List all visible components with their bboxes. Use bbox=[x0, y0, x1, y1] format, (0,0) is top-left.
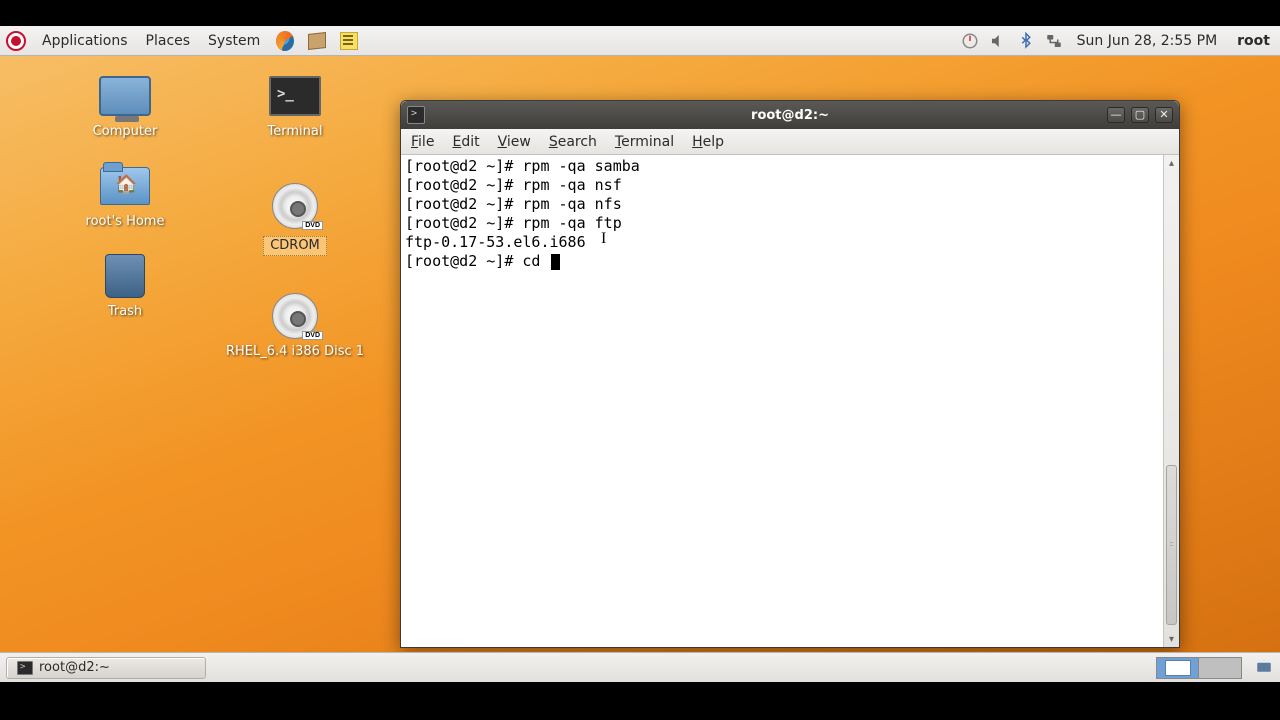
scroll-down-arrow-icon[interactable]: ▾ bbox=[1164, 631, 1179, 647]
desktop-icon-label: RHEL_6.4 i386 Disc 1 bbox=[210, 344, 380, 360]
desktop[interactable]: Applications Places System Sun Jun 28, 2… bbox=[0, 26, 1280, 682]
window-title: root@d2:~ bbox=[401, 108, 1179, 123]
workspace-2[interactable] bbox=[1199, 658, 1241, 678]
desktop-icon-terminal[interactable]: Terminal bbox=[210, 72, 380, 140]
menu-edit[interactable]: Edit bbox=[452, 134, 479, 150]
menu-file[interactable]: File bbox=[411, 134, 434, 150]
gnome-bottom-panel: root@d2:~ bbox=[0, 652, 1280, 682]
desktop-icon-trash[interactable]: Trash bbox=[40, 252, 210, 320]
window-icon bbox=[407, 106, 425, 124]
computer-icon bbox=[99, 76, 151, 116]
minimize-button[interactable]: — bbox=[1107, 107, 1125, 123]
firefox-launcher-icon[interactable] bbox=[276, 32, 294, 50]
terminal-scrollbar[interactable]: ▴ ▾ bbox=[1163, 155, 1179, 647]
scrollbar-thumb[interactable] bbox=[1166, 465, 1177, 625]
volume-icon[interactable] bbox=[989, 32, 1007, 50]
terminal-cursor bbox=[551, 254, 560, 270]
cpu-monitor-icon[interactable] bbox=[961, 32, 979, 50]
menu-help[interactable]: Help bbox=[692, 134, 724, 150]
desktop-icon-cdrom[interactable]: CDROM bbox=[210, 182, 380, 256]
screen: Applications Places System Sun Jun 28, 2… bbox=[0, 0, 1280, 720]
desktop-icon-install-disc[interactable]: RHEL_6.4 i386 Disc 1 bbox=[210, 292, 380, 360]
panel-left: Applications Places System bbox=[0, 31, 358, 51]
system-menu[interactable]: System bbox=[206, 33, 262, 49]
menu-view[interactable]: View bbox=[498, 134, 531, 150]
menu-terminal[interactable]: Terminal bbox=[615, 134, 674, 150]
menu-search[interactable]: Search bbox=[549, 134, 597, 150]
terminal-menubar: File Edit View Search Terminal Help bbox=[401, 129, 1179, 155]
places-menu[interactable]: Places bbox=[144, 33, 193, 49]
terminal-text-area[interactable]: [root@d2 ~]# rpm -qa samba [root@d2 ~]# … bbox=[401, 155, 1163, 647]
taskbar-button-label: root@d2:~ bbox=[39, 660, 110, 675]
panel-right: Sun Jun 28, 2:55 PM root bbox=[961, 32, 1280, 50]
desktop-icon-label: Terminal bbox=[210, 124, 380, 140]
letterbox-bottom bbox=[0, 682, 1280, 720]
distro-logo-icon[interactable] bbox=[6, 31, 26, 51]
workspace-switcher[interactable] bbox=[1156, 657, 1242, 679]
workspace-1[interactable] bbox=[1157, 658, 1199, 678]
taskbar-button-terminal[interactable]: root@d2:~ bbox=[6, 657, 206, 679]
text-editor-launcher-icon[interactable] bbox=[340, 32, 358, 50]
letterbox-top bbox=[0, 0, 1280, 26]
terminal-window: root@d2:~ — ▢ ✕ File Edit View Search Te… bbox=[400, 100, 1180, 648]
applications-menu[interactable]: Applications bbox=[40, 33, 130, 49]
window-titlebar[interactable]: root@d2:~ — ▢ ✕ bbox=[401, 101, 1179, 129]
desktop-icon-computer[interactable]: Computer bbox=[40, 72, 210, 140]
close-button[interactable]: ✕ bbox=[1155, 107, 1173, 123]
gnome-top-panel: Applications Places System Sun Jun 28, 2… bbox=[0, 26, 1280, 56]
panel-clock[interactable]: Sun Jun 28, 2:55 PM bbox=[1073, 33, 1222, 49]
terminal-icon bbox=[269, 76, 321, 116]
desktop-icon-home[interactable]: root's Home bbox=[40, 162, 210, 230]
package-updater-icon[interactable] bbox=[308, 32, 326, 50]
desktop-icon-label: Trash bbox=[40, 304, 210, 320]
show-desktop-icon[interactable] bbox=[1254, 658, 1274, 678]
cdrom-icon bbox=[272, 183, 318, 229]
maximize-button[interactable]: ▢ bbox=[1131, 107, 1149, 123]
taskbar-terminal-icon bbox=[17, 661, 33, 675]
desktop-icon-label: Computer bbox=[40, 124, 210, 140]
user-menu[interactable]: root bbox=[1231, 33, 1270, 49]
scroll-up-arrow-icon[interactable]: ▴ bbox=[1164, 155, 1179, 171]
terminal-body: [root@d2 ~]# rpm -qa samba [root@d2 ~]# … bbox=[401, 155, 1179, 647]
window-controls: — ▢ ✕ bbox=[1107, 107, 1179, 123]
desktop-icon-label: CDROM bbox=[263, 236, 327, 256]
network-icon[interactable] bbox=[1045, 32, 1063, 50]
home-folder-icon bbox=[100, 167, 150, 205]
dvd-icon bbox=[272, 293, 318, 339]
bluetooth-icon[interactable] bbox=[1017, 32, 1035, 50]
desktop-icon-label: root's Home bbox=[40, 214, 210, 230]
trash-icon bbox=[105, 254, 145, 298]
